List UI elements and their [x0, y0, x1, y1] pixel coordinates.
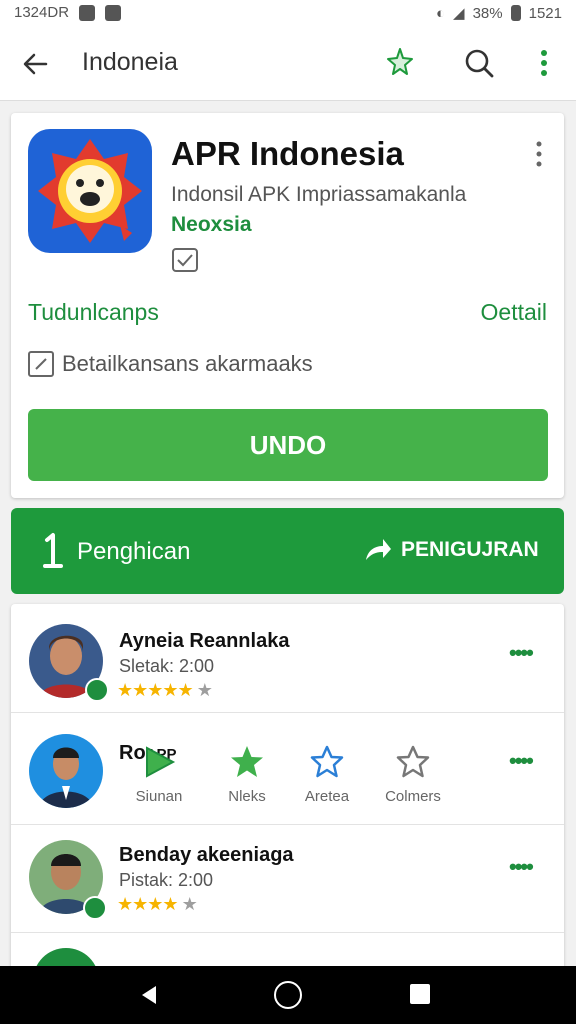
- star-outline-blue-icon: [310, 745, 344, 778]
- tab-details-left[interactable]: Tudunlcanps: [28, 299, 159, 326]
- search-icon[interactable]: [462, 46, 496, 80]
- details-link[interactable]: Oettail: [481, 299, 547, 326]
- stars-empty: ★: [181, 894, 198, 914]
- reviews-list: Ayneia Reannlaka Sletak: 2:00 ★★★★★ ★ ••…: [11, 604, 564, 974]
- status-time-left: 1324DR: [14, 4, 70, 21]
- review-actions: Siunan Nleks Aretea Colmers: [131, 744, 451, 814]
- status-bar: 1324DR ◐ ◢ 38% 1521: [0, 0, 576, 26]
- card-menu-icon[interactable]: [529, 139, 549, 169]
- verified-check-icon: [83, 896, 107, 920]
- page-title: Indoneia: [82, 48, 178, 76]
- overflow-menu-icon[interactable]: [530, 46, 558, 80]
- action-label: Aretea: [304, 788, 350, 805]
- action-right-label[interactable]: PENIGUJRAN: [401, 538, 539, 562]
- back-arrow-icon[interactable]: [20, 48, 52, 80]
- battery-icon: [510, 5, 521, 21]
- app-name: APR Indonesia: [171, 135, 404, 172]
- option-checkbox[interactable]: [28, 351, 54, 377]
- option-label: Betailkansans akarmaaks: [62, 351, 313, 376]
- action-left-label[interactable]: Penghican: [77, 538, 190, 566]
- vibrate-icon: ◐: [435, 4, 446, 22]
- stars-filled: ★★★★★: [117, 680, 194, 700]
- verified-check-icon: [85, 678, 109, 702]
- avatar: [29, 734, 103, 808]
- play-icon: [146, 746, 176, 778]
- nav-recents-icon[interactable]: [410, 984, 430, 1004]
- action-star-blue[interactable]: Aretea: [287, 744, 367, 805]
- stars-filled: ★★★★: [117, 894, 179, 914]
- action-play[interactable]: Siunan: [119, 744, 199, 805]
- review-more-icon[interactable]: ••••: [509, 748, 534, 774]
- rank-icon: [43, 533, 63, 568]
- undo-button[interactable]: UNDO: [28, 409, 548, 481]
- pin-icon[interactable]: [384, 46, 416, 78]
- review-more-icon[interactable]: ••••: [509, 854, 534, 880]
- notification-icon: [79, 4, 96, 21]
- review-item[interactable]: Benday akeeniaga Pistak: 2:00 ★★★★ ★ •••…: [11, 824, 564, 933]
- action-label: Siunan: [135, 788, 183, 805]
- app-subtitle: Indonsil APK Impriassamakanla: [171, 183, 467, 206]
- status-clock: 1521: [528, 4, 562, 22]
- review-item[interactable]: Ayneia Reannlaka Sletak: 2:00 ★★★★★ ★ ••…: [11, 604, 564, 713]
- rating-stars: ★★★★★ ★: [117, 680, 213, 701]
- notification-icon-2: [105, 4, 122, 21]
- app-icon: [28, 129, 152, 253]
- action-label: Colmers: [385, 788, 441, 805]
- battery-level: 38%: [472, 4, 503, 22]
- system-nav-bar: [0, 966, 576, 1024]
- star-outline-gray-icon: [396, 745, 430, 778]
- verified-badge-icon: [172, 248, 198, 272]
- app-info-card: APR Indonesia Indonsil APK Impriassamaka…: [11, 113, 564, 498]
- action-bar: Penghican PENIGUJRAN: [11, 508, 564, 594]
- option-row[interactable]: Betailkansans akarmaaks: [28, 351, 313, 377]
- nav-back-icon[interactable]: [138, 984, 160, 1006]
- review-time: Sletak: 2:00: [119, 656, 215, 676]
- review-time: Pistak: 2:00: [119, 870, 214, 890]
- reviewer-name: Ayneia Reannlaka: [119, 630, 290, 652]
- share-arrow-icon[interactable]: [363, 536, 393, 564]
- rating-stars: ★★★★ ★: [117, 894, 198, 915]
- action-label: Nleks: [228, 788, 266, 805]
- app-bar: Indoneia: [0, 26, 576, 101]
- action-star[interactable]: Nleks: [207, 744, 287, 805]
- action-star-gray[interactable]: Colmers: [373, 744, 453, 805]
- wifi-icon: ◢: [453, 5, 465, 22]
- nav-home-icon[interactable]: [274, 981, 302, 1009]
- reviewer-name: Benday akeeniaga: [119, 844, 294, 866]
- star-filled-icon: [231, 746, 263, 777]
- developer-link[interactable]: Neoxsia: [171, 213, 252, 237]
- review-more-icon[interactable]: ••••: [509, 640, 534, 666]
- stars-empty: ★: [196, 680, 213, 700]
